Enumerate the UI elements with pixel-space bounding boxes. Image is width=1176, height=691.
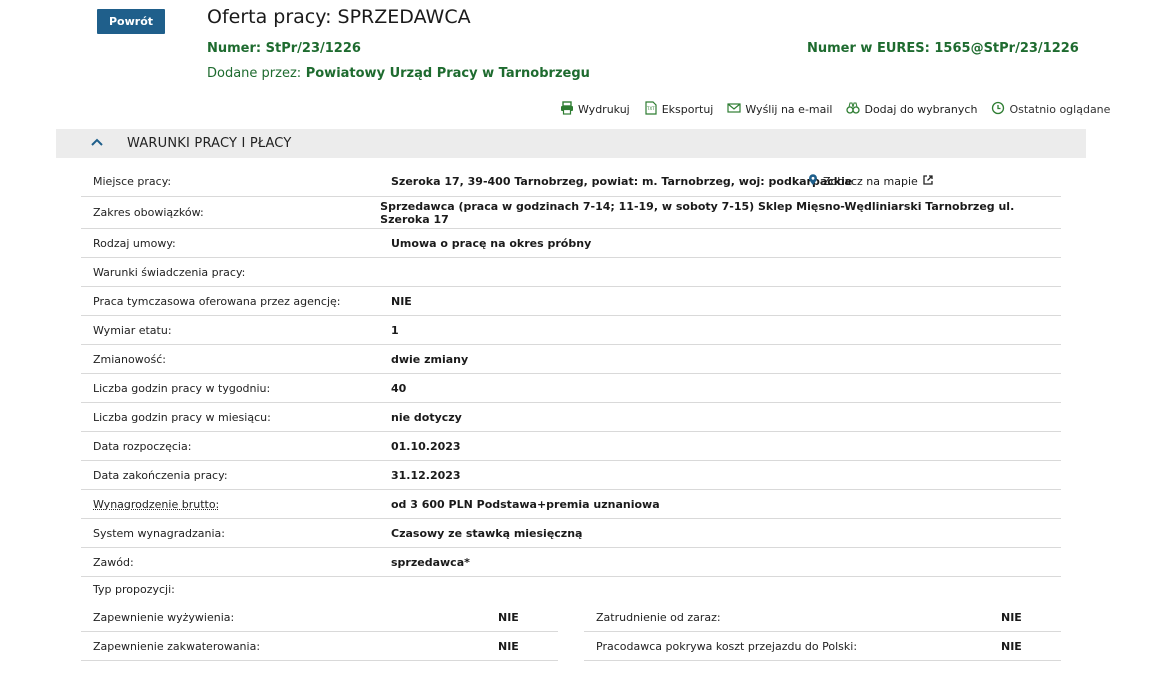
proposal-label: Pracodawca pokrywa koszt przejazdu do Po… bbox=[596, 639, 858, 653]
offer-number-label: Numer: bbox=[207, 41, 262, 56]
table-row: Rodzaj umowy: Umowa o pracę na okres pró… bbox=[81, 229, 1061, 258]
map-link-label: Zobacz na mapie bbox=[823, 175, 918, 188]
row-value: Szeroka 17, 39-400 Tarnobrzeg, powiat: m… bbox=[391, 175, 853, 188]
row-label: Liczba godzin pracy w tygodniu: bbox=[93, 381, 271, 395]
eures-number-label: Numer w EURES: bbox=[807, 41, 930, 56]
row-value: 40 bbox=[391, 381, 407, 395]
eures-number-value: 1565@StPr/23/1226 bbox=[934, 41, 1079, 56]
table-row: Miejsce pracy: Szeroka 17, 39-400 Tarnob… bbox=[81, 167, 1061, 197]
salary-label[interactable]: Wynagrodzenie brutto: bbox=[93, 498, 219, 511]
row-value: sprzedawca* bbox=[391, 555, 470, 569]
email-label: Wyślij na e-mail bbox=[745, 103, 833, 116]
added-by: Dodane przez: Powiatowy Urząd Pracy w Ta… bbox=[207, 66, 590, 81]
row-label: Zawód: bbox=[93, 555, 134, 569]
export-icon: TXT bbox=[644, 101, 658, 118]
proposal-label: Zatrudnienie od zaraz: bbox=[596, 610, 721, 624]
clock-icon bbox=[991, 101, 1005, 118]
table-row: Data rozpoczęcia: 01.10.2023 bbox=[81, 432, 1061, 461]
print-label: Wydrukuj bbox=[578, 103, 630, 116]
external-link-icon bbox=[922, 174, 934, 189]
actions-toolbar: Wydrukuj TXT Eksportuj Wyślij na e-mail … bbox=[560, 101, 1110, 118]
section-title: WARUNKI PRACY I PŁACY bbox=[127, 136, 292, 151]
row-value: Czasowy ze stawką miesięczną bbox=[391, 526, 583, 540]
row-value: 31.12.2023 bbox=[391, 468, 461, 482]
row-label: Wymiar etatu: bbox=[93, 323, 172, 337]
row-label: System wynagradzania: bbox=[93, 526, 225, 540]
table-row: Zawód: sprzedawca* bbox=[81, 548, 1061, 577]
table-row: Data zakończenia pracy: 31.12.2023 bbox=[81, 461, 1061, 490]
table-row: Wynagrodzenie brutto: od 3 600 PLN Podst… bbox=[81, 490, 1061, 519]
printer-icon bbox=[560, 101, 574, 118]
proposal-col-right: Zatrudnienie od zaraz: NIE Pracodawca po… bbox=[584, 603, 1061, 661]
conditions-table: Miejsce pracy: Szeroka 17, 39-400 Tarnob… bbox=[81, 167, 1061, 661]
row-value: 01.10.2023 bbox=[391, 439, 461, 453]
table-row: Liczba godzin pracy w tygodniu: 40 bbox=[81, 374, 1061, 403]
proposal-grid: Zapewnienie wyżywienia: NIE Zapewnienie … bbox=[81, 603, 1061, 661]
row-label: Warunki świadczenia pracy: bbox=[93, 265, 246, 279]
row-label: Liczba godzin pracy w miesiącu: bbox=[93, 410, 271, 424]
row-label: Zmianowość: bbox=[93, 352, 166, 366]
export-label: Eksportuj bbox=[661, 103, 714, 116]
favorite-action[interactable]: Dodaj do wybranych bbox=[846, 101, 977, 118]
row-value: od 3 600 PLN Podstawa+premia uznaniowa bbox=[391, 497, 660, 511]
export-action[interactable]: TXT Eksportuj bbox=[644, 101, 714, 118]
map-pin-icon bbox=[807, 174, 819, 189]
added-by-label: Dodane przez: bbox=[207, 66, 302, 81]
section-header[interactable]: WARUNKI PRACY I PŁACY bbox=[56, 129, 1086, 158]
row-label: Praca tymczasowa oferowana przez agencję… bbox=[93, 294, 341, 308]
recent-action[interactable]: Ostatnio oglądane bbox=[991, 101, 1110, 118]
proposal-value: NIE bbox=[1001, 610, 1022, 624]
row-label: Data zakończenia pracy: bbox=[93, 468, 228, 482]
print-action[interactable]: Wydrukuj bbox=[560, 101, 630, 118]
row-value: 1 bbox=[391, 323, 399, 337]
row-value: Sprzedawca (praca w godzinach 7-14; 11-1… bbox=[380, 199, 1015, 226]
added-by-link[interactable]: Powiatowy Urząd Pracy w Tarnobrzegu bbox=[306, 66, 590, 81]
proposal-row: Zapewnienie zakwaterowania: NIE bbox=[81, 632, 558, 661]
chevron-up-icon[interactable] bbox=[56, 134, 104, 153]
proposal-row: Zatrudnienie od zaraz: NIE bbox=[584, 603, 1061, 632]
offer-number-value: StPr/23/1226 bbox=[265, 41, 361, 56]
table-row: Zmianowość: dwie zmiany bbox=[81, 345, 1061, 374]
row-value: dwie zmiany bbox=[391, 352, 469, 366]
svg-text:TXT: TXT bbox=[646, 106, 655, 111]
favorite-label: Dodaj do wybranych bbox=[864, 103, 978, 116]
table-row: Zakres obowiązków: Sprzedawca (praca w g… bbox=[81, 197, 1061, 229]
proposal-label: Zapewnienie zakwaterowania: bbox=[93, 639, 261, 653]
binoculars-icon bbox=[846, 101, 861, 118]
recent-label: Ostatnio oglądane bbox=[1009, 103, 1111, 116]
row-label: Zakres obowiązków: bbox=[93, 206, 204, 219]
row-label: Miejsce pracy: bbox=[93, 175, 172, 188]
proposal-col-left: Zapewnienie wyżywienia: NIE Zapewnienie … bbox=[81, 603, 558, 661]
row-value: nie dotyczy bbox=[391, 410, 462, 424]
eures-number: Numer w EURES: 1565@StPr/23/1226 bbox=[807, 41, 1079, 56]
row-label: Data rozpoczęcia: bbox=[93, 439, 192, 453]
proposal-row: Pracodawca pokrywa koszt przejazdu do Po… bbox=[584, 632, 1061, 661]
table-row: Liczba godzin pracy w miesiącu: nie doty… bbox=[81, 403, 1061, 432]
back-button[interactable]: Powrót bbox=[97, 9, 165, 34]
table-row: Warunki świadczenia pracy: bbox=[81, 258, 1061, 287]
row-value: NIE bbox=[391, 294, 412, 308]
row-label: Rodzaj umowy: bbox=[93, 236, 176, 250]
table-row: System wynagradzania: Czasowy ze stawką … bbox=[81, 519, 1061, 548]
envelope-icon bbox=[727, 101, 741, 118]
proposal-row: Zapewnienie wyżywienia: NIE bbox=[81, 603, 558, 632]
email-action[interactable]: Wyślij na e-mail bbox=[727, 101, 832, 118]
offer-number: Numer: StPr/23/1226 bbox=[207, 41, 361, 56]
proposal-type-label: Typ propozycji: bbox=[93, 583, 175, 596]
map-link[interactable]: Zobacz na mapie bbox=[807, 174, 934, 189]
table-row: Wymiar etatu: 1 bbox=[81, 316, 1061, 345]
row-label: Wynagrodzenie brutto: bbox=[81, 498, 391, 511]
proposal-value: NIE bbox=[1001, 639, 1022, 653]
page-title: Oferta pracy: SPRZEDAWCA bbox=[207, 6, 471, 28]
proposal-value: NIE bbox=[498, 610, 519, 624]
proposal-label: Zapewnienie wyżywienia: bbox=[93, 610, 235, 624]
proposal-value: NIE bbox=[498, 639, 519, 653]
table-row: Praca tymczasowa oferowana przez agencję… bbox=[81, 287, 1061, 316]
row-value: Umowa o pracę na okres próbny bbox=[391, 236, 592, 250]
